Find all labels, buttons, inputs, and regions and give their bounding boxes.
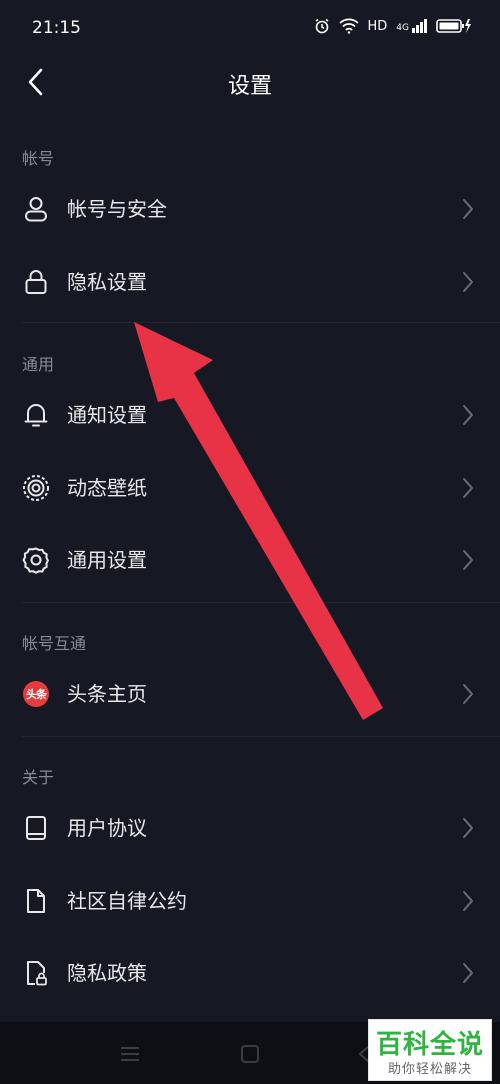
toutiao-icon: 头条 <box>23 681 49 707</box>
chevron-right-icon <box>463 405 473 425</box>
gear-icon <box>22 547 49 574</box>
status-time: 21:15 <box>32 18 81 38</box>
wifi-icon <box>338 18 359 34</box>
settings-item-live-wallpaper[interactable]: 动态壁纸 <box>0 452 500 524</box>
chevron-right-icon <box>463 684 473 704</box>
chevron-right-icon <box>463 272 473 292</box>
settings-item-label: 动态壁纸 <box>67 476 147 500</box>
settings-item-label: 帐号与安全 <box>67 197 167 221</box>
bell-icon <box>24 404 48 427</box>
divider <box>22 736 500 737</box>
settings-item-label: 通用设置 <box>67 548 147 572</box>
user-icon <box>25 197 47 222</box>
divider <box>22 602 500 603</box>
settings-item-user-agreement[interactable]: 用户协议 <box>0 792 500 864</box>
settings-item-label: 社区自律公约 <box>67 889 187 913</box>
network-hd: HD <box>367 18 388 34</box>
settings-item-label: 头条主页 <box>67 682 147 706</box>
watermark-title: 百科全说 <box>375 1030 484 1060</box>
chevron-right-icon <box>463 199 473 219</box>
watermark-subtitle: 助你轻松解决 <box>387 1062 472 1077</box>
chevron-right-icon <box>463 818 473 838</box>
settings-item-label: 隐私设置 <box>67 270 147 294</box>
section-header-account-interop: 帐号互通 <box>22 634 87 653</box>
chevron-right-icon <box>463 963 473 983</box>
lock-icon <box>25 270 47 294</box>
settings-item-toutiao-home[interactable]: 头条 头条主页 <box>0 658 500 730</box>
alarm-icon <box>315 18 328 34</box>
section-header-about: 关于 <box>22 768 55 787</box>
settings-item-privacy-policy[interactable]: 隐私政策 <box>0 937 500 1009</box>
settings-item-privacy[interactable]: 隐私设置 <box>0 246 500 318</box>
status-bar: 21:15 HD 4G <box>0 0 500 60</box>
settings-item-label: 隐私政策 <box>67 961 147 985</box>
menu-nav-button[interactable] <box>119 1046 141 1062</box>
divider <box>22 322 500 323</box>
signal-generation: 4G <box>396 23 409 33</box>
section-header-account: 帐号 <box>22 149 55 168</box>
settings-item-label: 通知设置 <box>67 403 147 427</box>
chevron-right-icon <box>463 891 473 911</box>
privacy-document-icon <box>27 961 47 986</box>
status-icons: HD 4G <box>314 18 473 34</box>
home-nav-button[interactable] <box>240 1044 260 1064</box>
book-icon <box>26 816 46 840</box>
settings-item-account-security[interactable]: 帐号与安全 <box>0 173 500 245</box>
settings-item-general-settings[interactable]: 通用设置 <box>0 524 500 596</box>
signal-icon: 4G <box>396 19 427 33</box>
battery-icon <box>436 19 471 33</box>
section-header-general: 通用 <box>22 355 55 374</box>
settings-item-notifications[interactable]: 通知设置 <box>0 379 500 451</box>
settings-item-community-guidelines[interactable]: 社区自律公约 <box>0 865 500 937</box>
chevron-right-icon <box>463 478 473 498</box>
live-wallpaper-icon <box>23 475 49 501</box>
settings-item-label: 用户协议 <box>67 816 147 840</box>
document-icon <box>27 889 45 913</box>
watermark-logo: 百科全说 助你轻松解决 <box>368 1019 492 1081</box>
page-title: 设置 <box>227 74 272 99</box>
title-bar: 设置 <box>0 60 500 104</box>
chevron-right-icon <box>463 550 473 570</box>
